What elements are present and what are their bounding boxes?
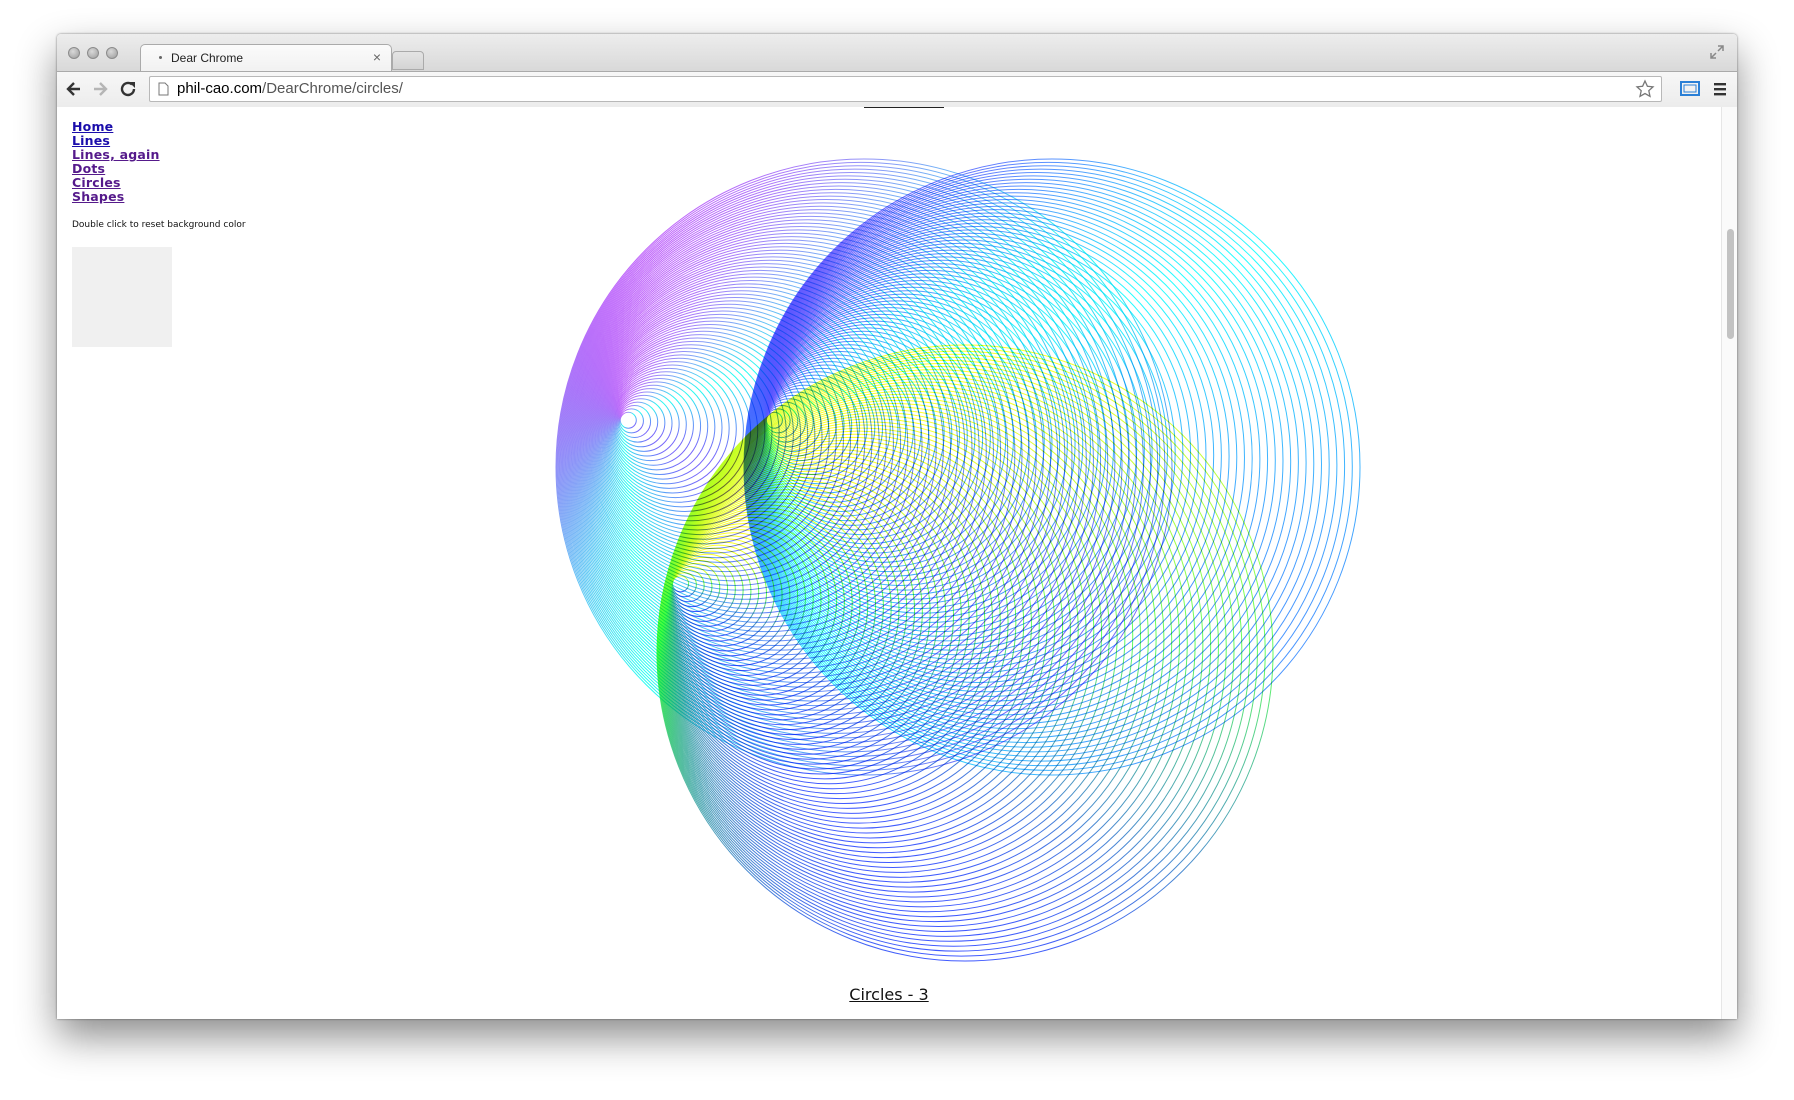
- nav-link-circles[interactable]: Circles: [72, 176, 160, 190]
- tab-close-icon[interactable]: ×: [373, 49, 381, 65]
- nav-link-shapes[interactable]: Shapes: [72, 190, 160, 204]
- site-nav: Home Lines Lines, again Dots Circles Sha…: [72, 120, 160, 204]
- browser-window: Dear Chrome × phil-cao.com/DearChrome/ci…: [57, 34, 1737, 1019]
- zoom-window-button[interactable]: [106, 47, 118, 59]
- address-bar[interactable]: phil-cao.com/DearChrome/circles/: [149, 76, 1662, 102]
- menu-icon[interactable]: [1712, 80, 1728, 98]
- ring: [615, 394, 673, 452]
- tab-dear-chrome[interactable]: Dear Chrome ×: [140, 44, 392, 72]
- tab-title: Dear Chrome: [171, 51, 244, 65]
- tab-favicon-icon: [159, 56, 162, 59]
- fullscreen-icon[interactable]: [1709, 44, 1725, 60]
- reload-icon[interactable]: [117, 78, 139, 100]
- bookmark-star-icon[interactable]: [1635, 79, 1655, 99]
- forward-arrow-icon[interactable]: [89, 78, 111, 100]
- minimize-window-button[interactable]: [87, 47, 99, 59]
- ring: [619, 411, 637, 429]
- nav-link-dots[interactable]: Dots: [72, 162, 160, 176]
- url-host: phil-cao.com: [177, 80, 263, 97]
- ring: [612, 381, 702, 471]
- browser-toolbar: phil-cao.com/DearChrome/circles/: [57, 71, 1737, 108]
- background-color-swatch[interactable]: [72, 247, 172, 347]
- vertical-scrollbar[interactable]: [1721, 107, 1737, 1019]
- title-bar: Dear Chrome ×: [57, 34, 1737, 72]
- nav-link-lines[interactable]: Lines: [72, 134, 160, 148]
- back-arrow-icon[interactable]: [63, 78, 85, 100]
- circles-artwork[interactable]: [57, 107, 1721, 1019]
- reset-hint-text: Double click to reset background color: [72, 220, 246, 230]
- ring: [617, 401, 659, 443]
- scrollbar-thumb[interactable]: [1727, 229, 1734, 339]
- nav-link-home[interactable]: Home: [72, 120, 160, 134]
- artwork-caption[interactable]: Circles - 3: [57, 985, 1721, 1004]
- url-path: /DearChrome/circles/: [262, 80, 403, 97]
- new-tab-button[interactable]: [392, 51, 424, 70]
- close-window-button[interactable]: [68, 47, 80, 59]
- url-text: phil-cao.com/DearChrome/circles/: [177, 80, 403, 97]
- page-viewport: Home Lines Lines, again Dots Circles Sha…: [57, 107, 1721, 1019]
- nav-link-lines-again[interactable]: Lines, again: [72, 148, 160, 162]
- page-icon: [158, 82, 169, 96]
- cast-icon[interactable]: [1679, 78, 1701, 100]
